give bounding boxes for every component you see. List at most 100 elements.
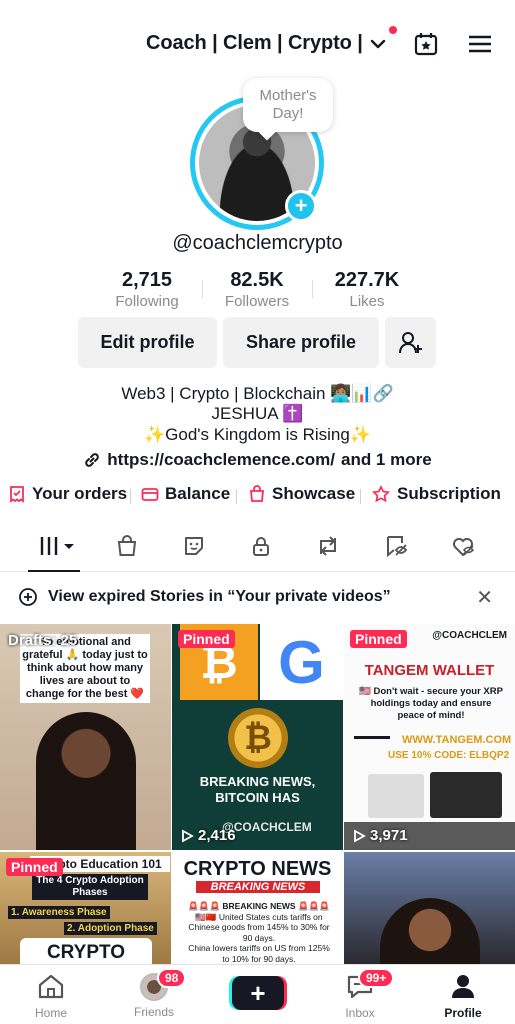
username: @coachclemcrypto <box>172 232 343 254</box>
expired-stories-banner[interactable]: View expired Stories in “Your private vi… <box>0 572 515 622</box>
list-item: 2. Adoption Phase <box>64 922 157 935</box>
play-icon <box>182 828 194 843</box>
news-lines: 🚨🚨🚨 BREAKING NEWS 🚨🚨🚨 🇺🇸🇨🇳 United States… <box>184 901 334 964</box>
video-caption: BREAKING NEWS, BITCOIN HAS <box>199 774 316 805</box>
divider <box>360 489 361 504</box>
video-thumbnail[interactable]: @COACHCLEM TANGEM WALLET 🇺🇸 Don't wait -… <box>344 624 515 850</box>
bio-line: Web3 | Crypto | Blockchain 👩🏽‍💻📊🔗 <box>121 384 394 403</box>
showcase-link[interactable]: Showcase <box>248 484 355 504</box>
quick-links: Your orders Balance Showcase Subscriptio… <box>0 484 515 508</box>
receipt-icon <box>10 486 24 503</box>
view-count-value: 2,416 <box>198 827 236 844</box>
quick-link-label: Balance <box>165 484 231 503</box>
bubble-line: Day! <box>272 105 304 122</box>
tab-favorites[interactable] <box>378 530 414 562</box>
mothers-day-bubble[interactable]: Mother's Day! <box>243 78 333 132</box>
stat-following[interactable]: 2,715 Following <box>87 268 207 312</box>
banner-text: View expired Stories in “Your private vi… <box>48 588 391 605</box>
private-lock-icon <box>253 537 269 556</box>
bio-link-more[interactable]: and 1 more <box>341 450 432 470</box>
stat-number: 227.7K <box>334 269 400 291</box>
view-count: 2,416 <box>180 827 236 844</box>
divider <box>130 489 131 504</box>
nav-label: Inbox <box>345 1006 375 1020</box>
google-logo: G <box>260 624 343 700</box>
nav-home[interactable]: Home <box>11 973 91 1020</box>
stickers-icon <box>185 537 203 555</box>
stat-number: 82.5K <box>230 269 284 291</box>
stat-label: Likes <box>349 293 385 310</box>
notification-dot <box>389 26 397 34</box>
menu-icon[interactable] <box>466 30 494 58</box>
videos-grid-icon <box>40 537 74 555</box>
edit-profile-button[interactable]: Edit profile <box>78 317 217 368</box>
profile-stats: 2,715 Following 82.5K Followers 227.7K L… <box>0 268 515 312</box>
share-profile-button[interactable]: Share profile <box>223 317 379 368</box>
tab-videos[interactable] <box>36 530 78 562</box>
arrow-icon <box>354 736 390 739</box>
close-icon[interactable]: ✕ <box>476 585 493 610</box>
nav-label: Friends <box>133 1005 174 1019</box>
tab-reposts[interactable] <box>310 530 346 562</box>
calendar-icon[interactable] <box>412 30 440 58</box>
video-thumbnail-drafts[interactable]: So emotional and grateful 🙏 today just t… <box>0 624 171 850</box>
video-thumbnail[interactable]: CRYPTO NEWS BREAKING NEWS 🚨🚨🚨 BREAKING N… <box>172 852 343 964</box>
tab-liked[interactable] <box>445 530 481 562</box>
video-code: USE 10% CODE: ELBQP2 <box>388 750 510 761</box>
account-name: Coach | Clem | Crypto | <box>146 32 363 54</box>
shopping-bag-icon <box>250 485 264 502</box>
video-thumbnail[interactable] <box>344 852 515 964</box>
stat-likes[interactable]: 227.7K Likes <box>307 268 427 312</box>
tab-private[interactable] <box>243 530 279 562</box>
news-line: 🇺🇸🇨🇳 United States cuts tariffs on Chine… <box>188 911 330 943</box>
news-line: 🚨🚨🚨 BREAKING NEWS 🚨🚨🚨 <box>188 901 330 911</box>
bitcoin-coin: ₿ <box>228 708 288 768</box>
nav-label: Home <box>34 1006 67 1020</box>
video-url: WWW.TANGEM.COM <box>402 734 512 746</box>
person-photo <box>380 898 480 964</box>
nav-label: Profile <box>444 1006 482 1020</box>
add-story-plus-icon[interactable]: + <box>285 190 317 222</box>
link-icon <box>85 453 100 467</box>
your-orders-link[interactable]: Your orders <box>8 484 127 504</box>
stat-followers[interactable]: 82.5K Followers <box>197 268 317 312</box>
bio-link-row[interactable]: https://coachclemence.com/ and 1 more <box>0 450 515 470</box>
account-switcher[interactable]: Coach | Clem | Crypto | <box>146 32 387 55</box>
person-photo <box>36 712 136 850</box>
video-big-text: CRYPTO <box>20 938 152 964</box>
wallet-icon <box>141 488 159 501</box>
subscription-icon <box>371 485 391 503</box>
nav-profile[interactable]: Profile <box>423 973 503 1020</box>
news-line: China lowers tariffs on US from 125% to … <box>188 943 330 964</box>
view-count: 3,971 <box>352 827 408 844</box>
video-subcaption: The 4 Crypto Adoption Phases <box>32 874 148 900</box>
balance-link[interactable]: Balance <box>141 484 230 504</box>
video-caption: CRYPTO NEWS <box>183 858 332 880</box>
add-friend-button[interactable] <box>385 317 436 368</box>
drafts-label: Drafts: 25 <box>8 632 78 649</box>
stat-label: Following <box>115 293 179 310</box>
pinned-badge: Pinned <box>350 630 407 648</box>
view-count-value: 3,971 <box>370 827 408 844</box>
quick-link-label: Your orders <box>32 484 128 503</box>
video-thumbnail[interactable]: ₿ G ₿ BREAKING NEWS, BITCOIN HAS @COACHC… <box>172 624 343 850</box>
bio-link[interactable]: https://coachclemence.com/ <box>107 450 335 470</box>
tab-stickers[interactable] <box>176 530 212 562</box>
tab-shop[interactable] <box>109 530 145 562</box>
content-tabs <box>0 524 515 572</box>
add-user-icon <box>398 331 422 353</box>
subscription-link[interactable]: Subscription <box>371 484 501 504</box>
liked-heart-icon <box>453 538 475 557</box>
bubble-line: Mother's <box>259 87 317 104</box>
video-thumbnail[interactable]: Crypto Education 101 The 4 Crypto Adopti… <box>0 852 171 964</box>
divider <box>236 489 237 504</box>
create-plus-icon[interactable]: + <box>232 976 284 1010</box>
quick-link-label: Subscription <box>397 484 501 503</box>
friends-badge: 98 <box>157 968 187 988</box>
chevron-down-icon <box>369 35 387 53</box>
stat-number: 2,715 <box>121 269 173 291</box>
card-image <box>368 774 424 818</box>
stat-label: Followers <box>224 293 290 310</box>
top-bar: Coach | Clem | Crypto | <box>0 0 515 88</box>
play-icon <box>354 828 366 843</box>
